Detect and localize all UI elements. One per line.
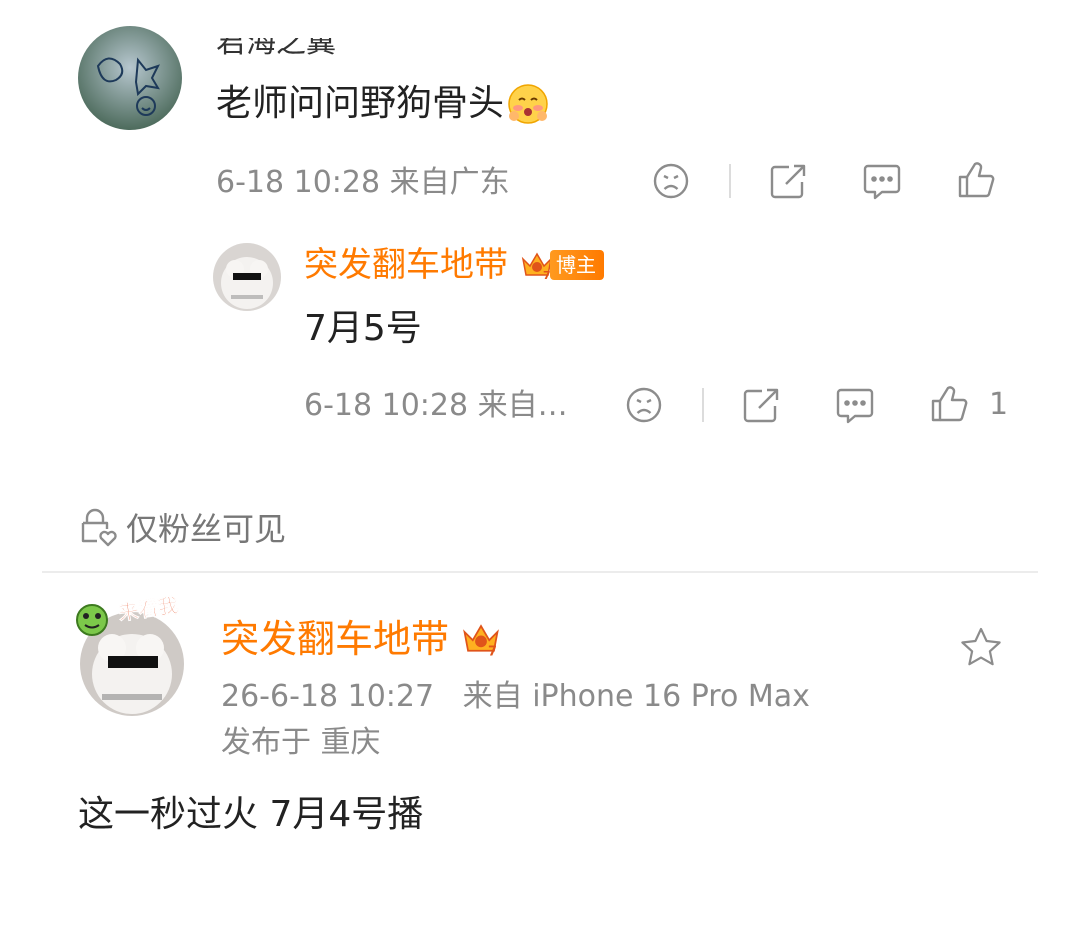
- comment-meta: 6-18 10:28 来自广东: [216, 165, 510, 200]
- post-time-source: 26-6-18 10:27 来自 iPhone 16 Pro Max: [221, 679, 810, 714]
- reply-author-name[interactable]: 突发翻车地带: [304, 244, 508, 286]
- share-icon[interactable]: [742, 386, 782, 424]
- sad-face-icon[interactable]: [625, 386, 663, 424]
- comment-text-body: 老师问问野狗骨头: [216, 83, 505, 124]
- visibility-label: 仅粉丝可见: [126, 510, 287, 548]
- crown-badge-icon: 7: [520, 249, 554, 281]
- section-divider: [42, 571, 1038, 573]
- comment-text: 老师问问野狗骨头: [216, 80, 550, 128]
- svg-text:7: 7: [488, 644, 497, 658]
- post-author-row: 突发翻车地带 7: [221, 615, 501, 663]
- comment-icon[interactable]: [835, 386, 875, 424]
- sad-face-icon[interactable]: [652, 162, 690, 200]
- comment-author-name[interactable]: 君海之翼: [216, 38, 336, 58]
- reply-author-row: 突发翻车地带 7 博主: [304, 244, 604, 286]
- avatar-sticker-text: 来看我: [116, 592, 180, 626]
- post-text: 这一秒过火 7月4号播: [78, 794, 424, 835]
- post-author-name[interactable]: 突发翻车地带: [221, 615, 449, 663]
- reply-avatar[interactable]: [213, 243, 281, 311]
- action-divider: [702, 388, 704, 422]
- avatar[interactable]: [78, 26, 182, 130]
- blush-emoji-icon: [506, 82, 550, 126]
- like-icon[interactable]: [956, 160, 996, 200]
- like-count: 1: [989, 386, 1009, 422]
- crown-badge-icon: 7: [461, 620, 501, 658]
- action-divider: [729, 164, 731, 198]
- lock-heart-icon: [78, 507, 120, 547]
- like-button[interactable]: 1: [929, 384, 1008, 424]
- share-icon[interactable]: [769, 162, 809, 200]
- visibility-row: 仅粉丝可见: [78, 504, 286, 550]
- frog-sticker-icon: [72, 600, 112, 640]
- post-location: 发布于 重庆: [221, 725, 381, 760]
- reply-text: 7月5号: [304, 308, 422, 349]
- boss-badge-label: 博主: [550, 250, 604, 280]
- like-icon: [929, 384, 969, 424]
- comment-icon[interactable]: [862, 162, 902, 200]
- reply-meta: 6-18 10:28 来自…: [304, 388, 568, 423]
- star-favorite-icon[interactable]: [959, 626, 1003, 670]
- author-badge: 7 博主: [520, 248, 604, 282]
